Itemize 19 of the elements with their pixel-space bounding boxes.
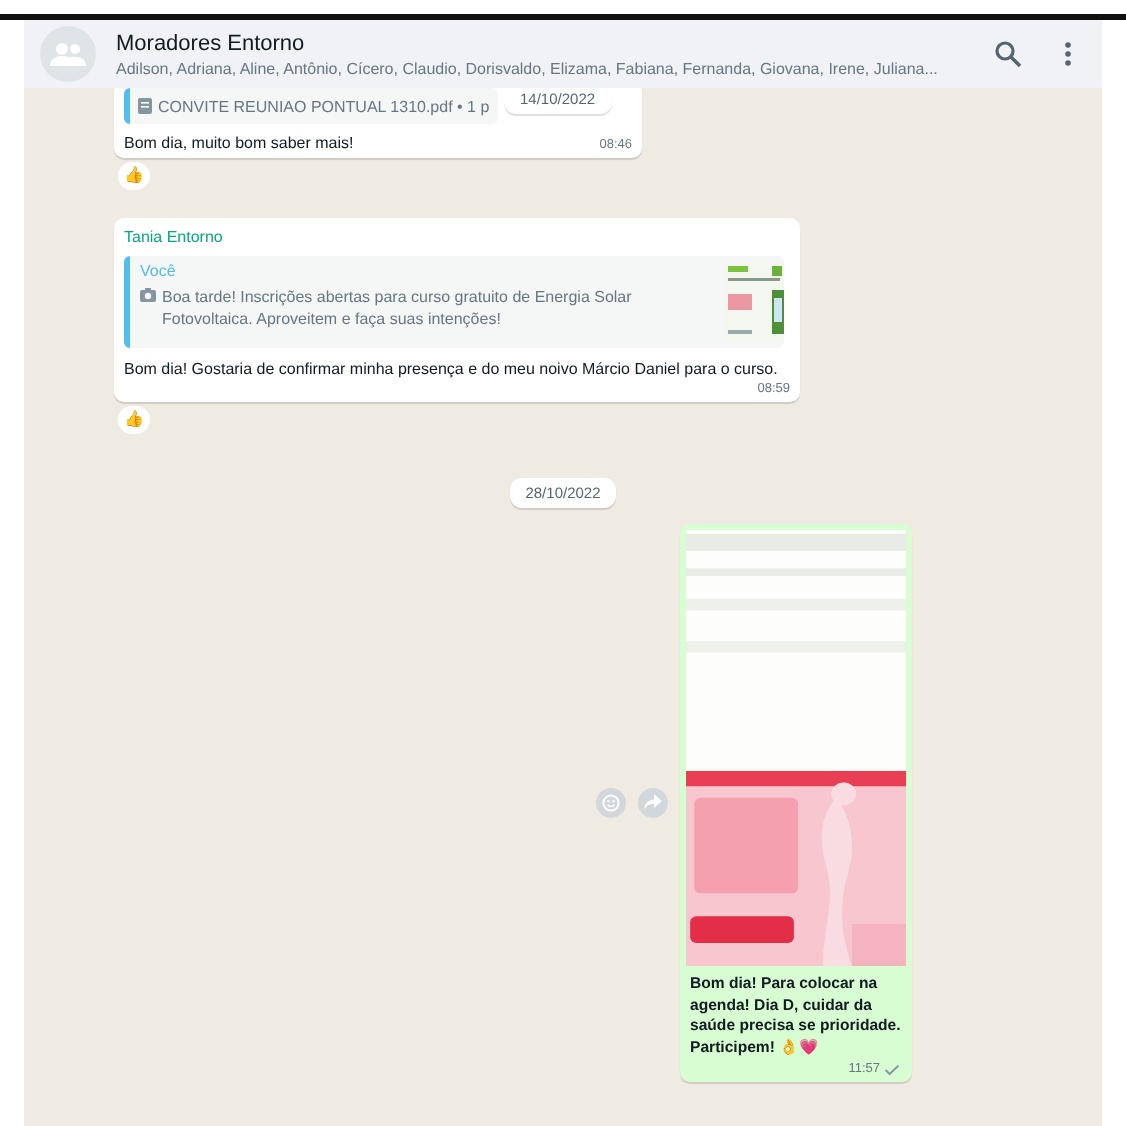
document-preview[interactable]: CONVITE REUNIAO PONTUAL 1310.pdf • 1 p	[124, 88, 498, 124]
chat-title[interactable]: Moradores Entorno	[116, 31, 974, 55]
forward-icon	[644, 794, 662, 811]
group-avatar-icon[interactable]	[40, 26, 96, 82]
message-text: Bom dia! Gostaria de confirmar minha presença e do meu noivo Márcio Daniel para o curso.	[124, 358, 780, 382]
quote-text: Boa tarde! Inscrições abertas para curso gratuito de Energia Solar Fotovoltaica. Aproveitem e faça suas intenções!	[162, 286, 634, 331]
document-icon	[138, 98, 152, 114]
emoji-reaction-button[interactable]	[596, 787, 626, 818]
search-icon[interactable]	[994, 40, 1022, 68]
camera-icon	[140, 288, 156, 302]
quote-author: Você	[140, 262, 178, 280]
menu-icon[interactable]	[1062, 40, 1074, 68]
check-icon	[884, 1063, 900, 1076]
quoted-message[interactable]: Você Boa tarde! Inscrições abertas para curso gratuito de Energia Solar Fotovoltaica. Aproveitem e faça suas intenções!	[124, 256, 784, 348]
message-text: Bom dia, muito bom saber mais!	[124, 134, 354, 152]
forward-button[interactable]	[638, 787, 668, 818]
smiley-icon	[602, 793, 620, 812]
members-list: Adilson, Adriana, Aline, Antônio, Cícero, Claudio, Dorisvaldo, Elizama, Fabiana, Fernanda, Giovana, Irene, Juliana...	[116, 59, 974, 77]
sender-name[interactable]: Tania Entorno	[124, 228, 790, 246]
